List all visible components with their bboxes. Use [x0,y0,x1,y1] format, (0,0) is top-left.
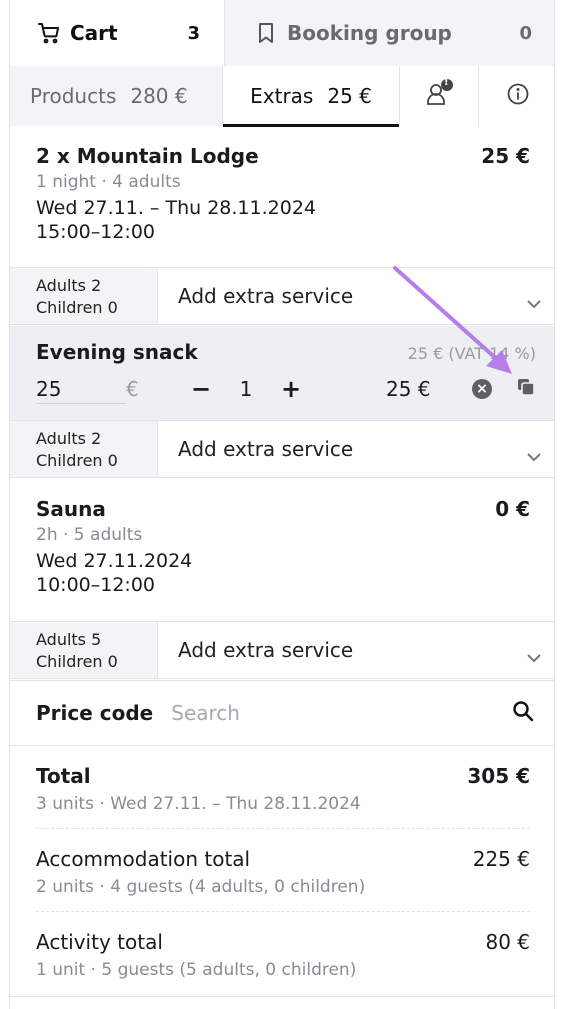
total-sub: 1 unit · 5 guests (5 adults, 0 children) [36,960,357,980]
remove-icon[interactable]: × [472,379,492,399]
product-price: 25 € [481,144,530,168]
total-sub: 3 units · Wed 27.11. – Thu 28.11.2024 [36,794,361,814]
price-code-row: Price code Search [10,680,554,746]
party-children: Children 0 [36,298,118,317]
chevron-down-icon [526,644,542,668]
extra-item-vat: 25 € (VAT 14 %) [407,344,536,363]
tab-booking-group-label: Booking group [287,21,452,45]
tab-extras-label: Extras [250,84,314,108]
add-extra-service-select[interactable]: Add extra service [158,622,554,678]
tab-products-label: Products [30,84,117,108]
unit-price-input[interactable]: 25 [36,374,126,404]
total-amount: 80 € [485,930,530,954]
add-extra-service-label: Add extra service [178,437,354,461]
extra-service-row: Adults 2 Children 0 Add extra service [10,267,554,325]
tab-products-amount: 280 € [130,84,188,108]
tab-cart[interactable]: Cart 3 [10,0,224,66]
price-code-label: Price code [36,701,154,725]
total-amount: 225 € [472,847,530,871]
extra-item-evening-snack: Evening snack 25 € (VAT 14 %) 25 € − 1 +… [10,326,554,420]
line-total: 25 € [386,377,431,401]
product-title: 2 x Mountain Lodge [36,144,259,168]
guest-icon [424,78,454,114]
qty-value: 1 [239,377,253,401]
party-summary: Adults 5 Children 0 [10,622,158,678]
product-times: 10:00–12:00 [36,574,156,596]
tab-cart-count: 3 [187,22,200,44]
product-times: 15:00–12:00 [36,221,156,243]
totals-section: Total 305 € 3 units · Wed 27.11. – Thu 2… [10,746,554,994]
party-adults: Adults 5 [36,630,102,649]
party-adults: Adults 2 [36,429,102,448]
add-extra-service-label: Add extra service [178,284,354,308]
currency-label: € [126,377,139,401]
product-item: 2 x Mountain Lodge 25 € 1 night · 4 adul… [10,144,554,244]
tab-extras[interactable]: Extras 25 € [222,66,399,127]
total-label: Total [36,764,91,788]
increase-qty-button[interactable]: + [276,375,306,403]
tab-products[interactable]: Products 280 € [10,66,222,126]
extra-service-row: Adults 2 Children 0 Add extra service [10,420,554,478]
total-sub: 2 units · 4 guests (4 adults, 0 children… [36,877,366,897]
extra-item-name: Evening snack [36,340,198,364]
copy-icon[interactable] [516,377,536,401]
product-title: Sauna [36,497,106,521]
product-meta: 1 night · 4 adults [36,172,181,192]
tab-cart-label: Cart [70,21,118,45]
total-item: Total 305 € 3 units · Wed 27.11. – Thu 2… [36,746,530,829]
total-label: Accommodation total [36,847,251,871]
total-item: Accommodation total 225 € 2 units · 4 gu… [36,829,530,912]
price-code-input[interactable]: Search [171,701,512,725]
party-summary: Adults 2 Children 0 [10,268,158,324]
party-children: Children 0 [36,451,118,470]
chevron-down-icon [526,443,542,467]
divider [10,996,554,997]
add-extra-service-select[interactable]: Add extra service [158,268,554,324]
cart-panel: Cart 3 Booking group 0 Products 280 € Ex… [9,0,555,1009]
total-item: Activity total 80 € 1 unit · 5 guests (5… [36,912,530,994]
product-price: 0 € [495,497,530,521]
tab-booking-group[interactable]: Booking group 0 [224,0,554,66]
product-dates: Wed 27.11.2024 [36,550,193,572]
tab-guest[interactable]: ! [399,66,478,126]
top-tabs: Cart 3 Booking group 0 [10,0,554,66]
guest-alert-badge: ! [444,77,449,88]
party-children: Children 0 [36,652,118,671]
product-item: Sauna 0 € 2h · 5 adults Wed 27.11.2024 1… [10,497,554,597]
product-meta: 2h · 5 adults [36,525,143,545]
decrease-qty-button[interactable]: − [186,375,216,403]
total-label: Activity total [36,930,163,954]
chevron-down-icon [526,290,542,314]
tab-booking-group-count: 0 [519,22,532,44]
tab-extras-amount: 25 € [327,84,372,108]
sub-tabs: Products 280 € Extras 25 € ! [10,66,554,127]
add-extra-service-label: Add extra service [178,638,354,662]
bookmark-icon [253,20,279,46]
cart-icon [36,20,62,46]
search-icon[interactable] [512,700,534,726]
tab-info[interactable] [478,66,554,126]
extra-service-row: Adults 5 Children 0 Add extra service [10,621,554,679]
product-dates: Wed 27.11. – Thu 28.11.2024 [36,197,316,219]
info-icon [507,83,529,110]
total-amount: 305 € [467,764,530,788]
add-extra-service-select[interactable]: Add extra service [158,421,554,477]
party-adults: Adults 2 [36,276,102,295]
party-summary: Adults 2 Children 0 [10,421,158,477]
